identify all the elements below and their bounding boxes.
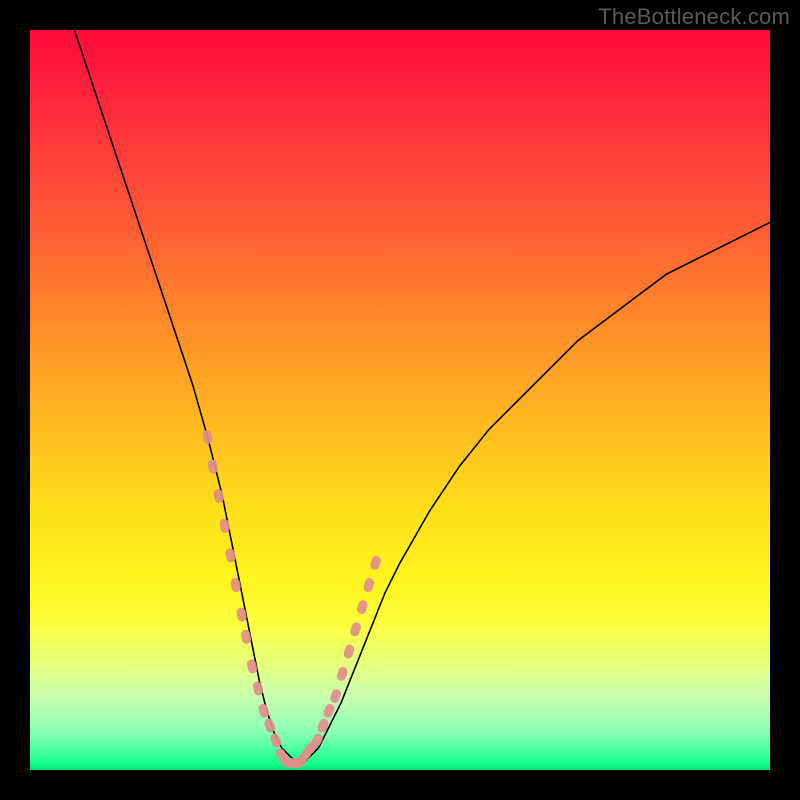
curve-marker [363, 577, 376, 593]
curve-marker [246, 659, 258, 675]
curve-marker [369, 555, 382, 571]
watermark-text: TheBottleneck.com [598, 4, 790, 30]
plot-area [30, 30, 770, 770]
curve-marker [263, 717, 277, 733]
curve-marker [343, 644, 356, 660]
curve-marker [356, 599, 369, 615]
curve-marker [316, 717, 330, 733]
curve-marker [349, 621, 362, 637]
curve-markers [202, 429, 382, 770]
chart-svg [30, 30, 770, 770]
curve-marker [336, 666, 349, 682]
curve-marker [329, 688, 342, 704]
bottleneck-curve [74, 30, 770, 763]
chart-root: TheBottleneck.com [0, 0, 800, 800]
curve-marker [202, 429, 213, 444]
